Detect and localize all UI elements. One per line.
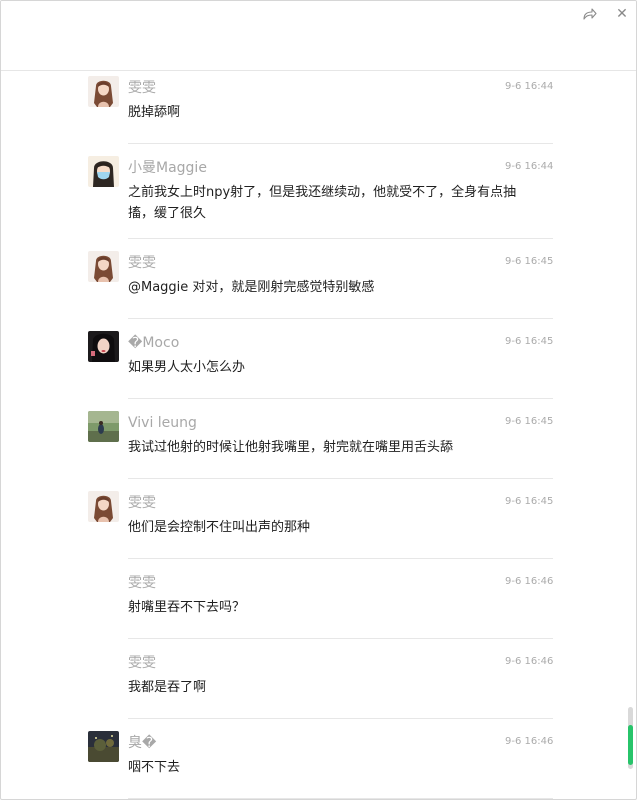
sender-name[interactable]: 雯雯 xyxy=(128,254,156,272)
avatar[interactable] xyxy=(88,156,119,187)
message-time: 9-6 16:46 xyxy=(505,656,554,667)
avatar[interactable] xyxy=(88,411,119,442)
message-text: 他们是会控制不住叫出声的那种 xyxy=(128,520,311,535)
message-text: @Maggie 对对，就是刚射完感觉特别敏感 xyxy=(128,280,375,295)
sender-name[interactable]: 臭� xyxy=(128,734,156,752)
close-button[interactable]: ✕ xyxy=(610,5,634,23)
divider xyxy=(128,398,553,399)
share-button[interactable] xyxy=(578,5,602,23)
avatar-girl-icon xyxy=(88,491,119,522)
sender-name[interactable]: 雯雯 xyxy=(128,79,156,97)
message-text: 咽不下去 xyxy=(128,760,181,775)
avatar[interactable] xyxy=(88,731,119,762)
message-text: 我试过他射的时候让他射我嘴里，射完就在嘴里用舌头舔 xyxy=(128,440,454,455)
message-time: 9-6 16:46 xyxy=(505,576,554,587)
sender-name[interactable]: Vivi leung xyxy=(128,414,197,432)
avatar-outdoor-icon xyxy=(88,411,119,442)
message-text: 之前我女上时npy射了，但是我还继续动，他就受不了，全身有点抽搐，缓了很久 xyxy=(128,185,517,221)
message-time: 9-6 16:45 xyxy=(505,416,554,427)
sender-name[interactable]: 雯雯 xyxy=(128,574,156,592)
message-time: 9-6 16:44 xyxy=(505,161,554,172)
message-time: 9-6 16:46 xyxy=(505,736,554,747)
divider xyxy=(128,478,553,479)
avatar[interactable] xyxy=(88,491,119,522)
avatar[interactable] xyxy=(88,331,119,362)
avatar-dark-icon xyxy=(88,331,119,362)
share-icon xyxy=(583,8,597,20)
message-text: 射嘴里吞不下去吗？ xyxy=(128,600,246,615)
message-time: 9-6 16:44 xyxy=(505,81,554,92)
divider xyxy=(128,718,553,719)
message-time: 9-6 16:45 xyxy=(505,256,554,267)
message-text: 如果男人太小怎么办 xyxy=(128,360,246,375)
sender-name[interactable]: 雯雯 xyxy=(128,494,156,512)
sender-name[interactable]: �Moco xyxy=(128,334,179,352)
message-time: 9-6 16:45 xyxy=(505,496,554,507)
message-text: 我都是吞了啊 xyxy=(128,680,207,695)
message-time: 9-6 16:45 xyxy=(505,336,554,347)
message-text: 脱掉舔啊 xyxy=(128,105,181,120)
avatar-night-icon xyxy=(88,731,119,762)
divider xyxy=(128,238,553,239)
sender-name[interactable]: 雯雯 xyxy=(128,654,156,672)
avatar[interactable] xyxy=(88,76,119,107)
divider xyxy=(128,558,553,559)
avatar-mask-icon xyxy=(88,156,119,187)
message-list[interactable]: 雯雯 9-6 16:44 脱掉舔啊 小曼Maggie 9-6 16:44 之前我… xyxy=(1,71,636,799)
avatar[interactable] xyxy=(88,251,119,282)
sender-name[interactable]: 小曼Maggie xyxy=(128,159,207,177)
avatar-girl-icon xyxy=(88,76,119,107)
divider xyxy=(128,143,553,144)
title-bar: ✕ xyxy=(1,1,636,71)
chat-window: ✕ 雯雯 9-6 16:44 脱掉舔啊 小曼Maggie 9-6 16:44 之… xyxy=(0,0,637,800)
divider xyxy=(128,638,553,639)
divider xyxy=(128,798,553,799)
close-icon: ✕ xyxy=(616,6,628,22)
divider xyxy=(128,318,553,319)
avatar-girl-icon xyxy=(88,251,119,282)
scrollbar-thumb[interactable] xyxy=(628,725,633,765)
